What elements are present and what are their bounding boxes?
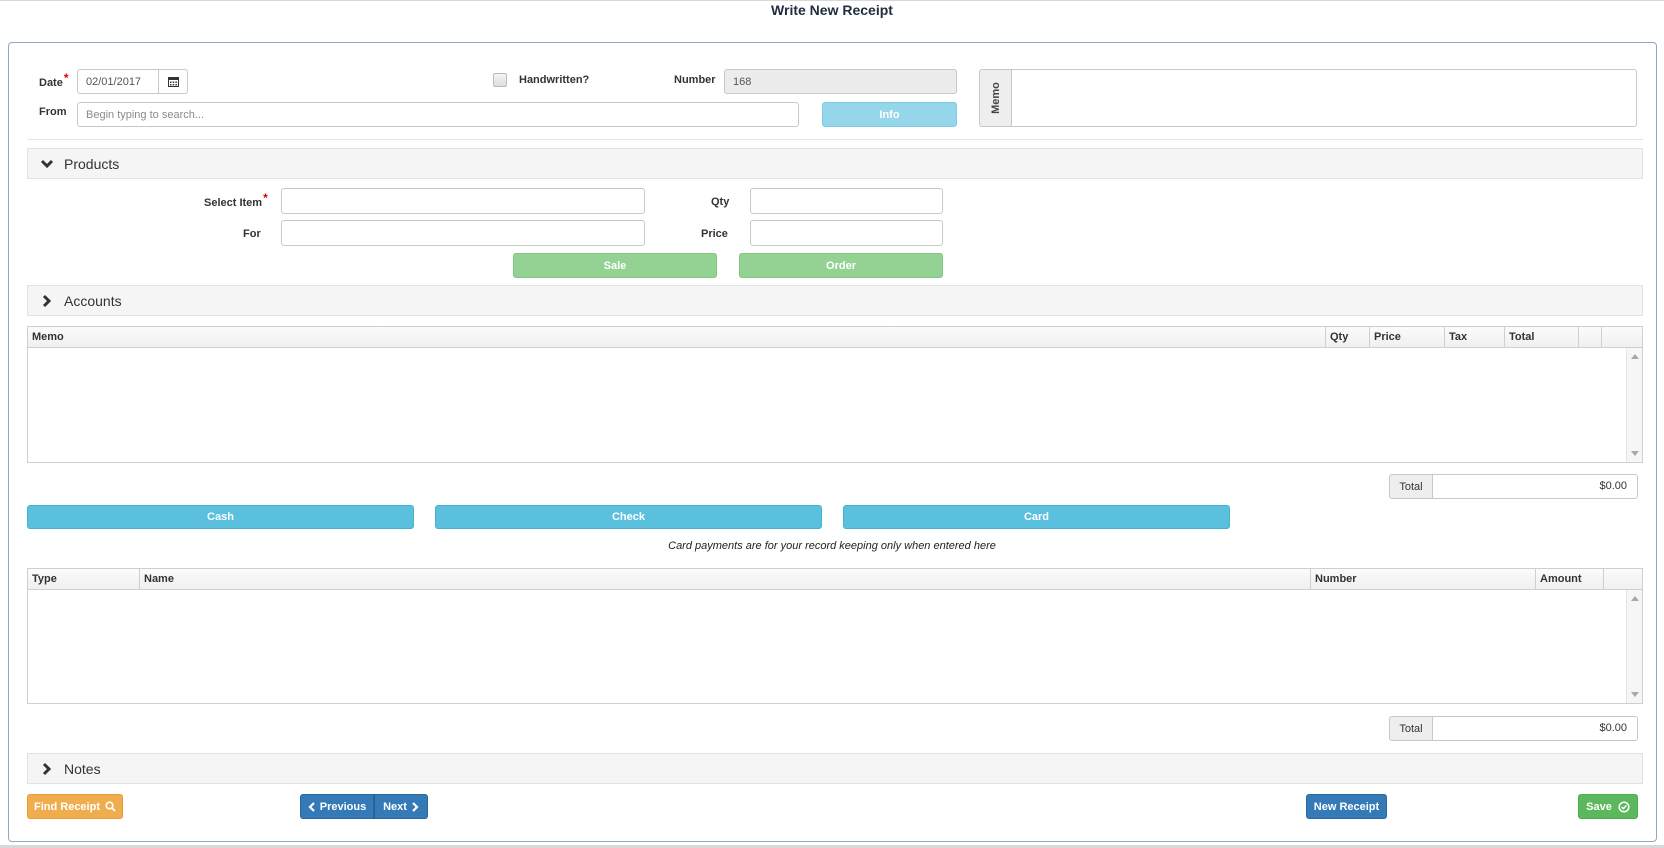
payments-grid-header: Type Name Number Amount bbox=[28, 569, 1642, 590]
date-input[interactable] bbox=[77, 69, 159, 94]
page-title: Write New Receipt bbox=[771, 2, 893, 18]
for-input[interactable] bbox=[281, 220, 645, 246]
from-search-input[interactable] bbox=[77, 102, 799, 127]
chevron-right-icon bbox=[42, 762, 52, 775]
memo-textarea[interactable] bbox=[1011, 69, 1637, 127]
col-name[interactable]: Name bbox=[140, 569, 1311, 590]
price-label: Price bbox=[701, 228, 728, 240]
qty-label: Qty bbox=[711, 196, 730, 208]
save-button[interactable]: Save bbox=[1578, 794, 1638, 819]
card-payments-note: Card payments are for your record keepin… bbox=[668, 540, 996, 552]
find-receipt-button[interactable]: Find Receipt bbox=[27, 794, 123, 819]
check-button[interactable]: Check bbox=[435, 505, 822, 529]
accounts-scrollbar[interactable] bbox=[1626, 348, 1642, 462]
select-item-label: Select Item* bbox=[204, 191, 268, 209]
products-title: Products bbox=[64, 155, 120, 172]
col-memo[interactable]: Memo bbox=[28, 327, 1326, 348]
chevron-left-icon bbox=[308, 801, 315, 812]
scroll-up-icon[interactable] bbox=[1631, 354, 1639, 359]
for-label: For bbox=[243, 228, 261, 240]
select-item-input[interactable] bbox=[281, 188, 645, 214]
qty-input[interactable] bbox=[750, 188, 943, 214]
previous-button[interactable]: Previous bbox=[300, 794, 374, 819]
notes-title: Notes bbox=[64, 760, 101, 777]
chevron-right-icon bbox=[42, 294, 52, 307]
calendar-button[interactable] bbox=[159, 69, 188, 94]
payments-scrollbar[interactable] bbox=[1626, 590, 1642, 703]
accounts-total-value: $0.00 bbox=[1433, 474, 1638, 499]
scroll-down-icon[interactable] bbox=[1631, 692, 1639, 697]
accounts-grid[interactable]: Memo Qty Price Tax Total bbox=[27, 326, 1643, 463]
new-receipt-button[interactable]: New Receipt bbox=[1306, 794, 1387, 819]
accounts-title: Accounts bbox=[64, 292, 122, 309]
date-label: Date* bbox=[39, 71, 69, 89]
handwritten-checkbox[interactable] bbox=[493, 73, 507, 87]
from-label: From bbox=[39, 106, 67, 118]
card-button[interactable]: Card bbox=[843, 505, 1230, 529]
col-tax[interactable]: Tax bbox=[1445, 327, 1505, 348]
products-section-header[interactable]: Products bbox=[27, 148, 1643, 179]
scroll-down-icon[interactable] bbox=[1631, 451, 1639, 456]
cash-button[interactable]: Cash bbox=[27, 505, 414, 529]
chevron-down-icon bbox=[40, 159, 54, 168]
accounts-section-header[interactable]: Accounts bbox=[27, 285, 1643, 316]
payments-grid[interactable]: Type Name Number Amount bbox=[27, 568, 1643, 704]
memo-side-label: Memo bbox=[979, 69, 1011, 127]
price-input[interactable] bbox=[750, 220, 943, 246]
calendar-icon bbox=[167, 77, 179, 87]
top-divider bbox=[0, 0, 1664, 1]
number-field[interactable] bbox=[724, 69, 957, 94]
search-icon bbox=[105, 801, 116, 812]
col-number[interactable]: Number bbox=[1311, 569, 1536, 590]
sale-button[interactable]: Sale bbox=[513, 253, 717, 278]
col-price[interactable]: Price bbox=[1370, 327, 1445, 348]
next-button[interactable]: Next bbox=[374, 794, 428, 819]
payments-total-label: Total bbox=[1389, 716, 1433, 741]
chevron-right-icon bbox=[412, 801, 419, 812]
notes-section-header[interactable]: Notes bbox=[27, 753, 1643, 784]
col-total[interactable]: Total bbox=[1505, 327, 1579, 348]
accounts-grid-header: Memo Qty Price Tax Total bbox=[28, 327, 1642, 348]
col-qty[interactable]: Qty bbox=[1326, 327, 1370, 348]
divider bbox=[27, 139, 1643, 140]
order-button[interactable]: Order bbox=[739, 253, 943, 278]
scroll-up-icon[interactable] bbox=[1631, 596, 1639, 601]
accounts-total-label: Total bbox=[1389, 474, 1433, 499]
col-amount[interactable]: Amount bbox=[1536, 569, 1604, 590]
handwritten-label: Handwritten? bbox=[519, 74, 590, 86]
number-label: Number bbox=[674, 74, 716, 86]
info-button[interactable]: Info bbox=[822, 102, 957, 127]
col-spacer bbox=[1579, 327, 1602, 348]
col-type[interactable]: Type bbox=[28, 569, 140, 590]
payments-total-value: $0.00 bbox=[1433, 716, 1638, 741]
check-circle-icon bbox=[1618, 800, 1630, 813]
